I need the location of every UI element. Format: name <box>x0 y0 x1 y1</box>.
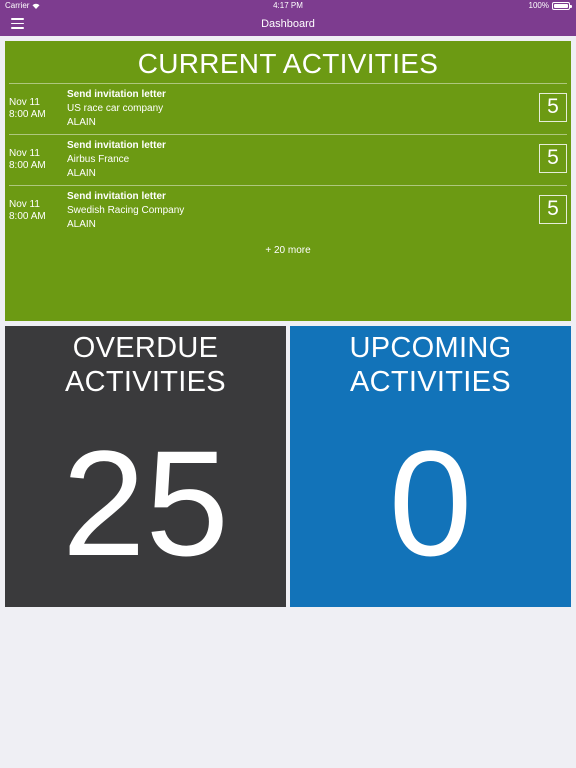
more-activities-link[interactable]: + 20 more <box>5 245 571 256</box>
battery-icon <box>552 2 572 10</box>
overdue-title-line1: OVERDUE <box>72 332 219 364</box>
upcoming-activities-tile[interactable]: UPCOMING ACTIVITIES 0 <box>290 326 571 607</box>
activity-date-day: Nov 11 <box>9 199 40 210</box>
overdue-activities-title: OVERDUE ACTIVITIES <box>5 331 286 399</box>
activity-date-time: 8:00 AM <box>9 211 46 222</box>
page-title: Dashboard <box>261 18 315 30</box>
activity-date-day: Nov 11 <box>9 97 40 108</box>
navigation-bar: Dashboard <box>0 12 576 36</box>
activity-user: ALAIN <box>67 219 96 230</box>
activity-date-day: Nov 11 <box>9 148 40 159</box>
upcoming-title-line1: UPCOMING <box>349 332 512 364</box>
status-bar: Carrier 4:17 PM 100% <box>0 0 576 12</box>
overdue-activities-tile[interactable]: OVERDUE ACTIVITIES 25 <box>5 326 286 607</box>
current-activities-panel[interactable]: CURRENT ACTIVITIES Nov 11 8:00 AM Send i… <box>5 41 571 321</box>
current-activities-title: CURRENT ACTIVITIES <box>9 41 567 84</box>
activity-company: Swedish Racing Company <box>67 205 185 216</box>
overdue-title-line2: ACTIVITIES <box>65 366 226 398</box>
status-time: 4:17 PM <box>273 1 303 10</box>
upcoming-title-line2: ACTIVITIES <box>350 366 511 398</box>
activity-title: Send invitation letter <box>67 89 166 100</box>
activity-priority-badge: 5 <box>539 195 567 224</box>
activity-title: Send invitation letter <box>67 140 166 151</box>
activity-date-time: 8:00 AM <box>9 109 46 120</box>
activity-row[interactable]: Nov 11 8:00 AM Send invitation letter Ai… <box>9 135 567 186</box>
activity-date: Nov 11 8:00 AM <box>9 97 46 121</box>
activity-priority-badge: 5 <box>539 144 567 173</box>
battery-fill <box>554 4 568 8</box>
top-bar: Carrier 4:17 PM 100% Dashboard <box>0 0 576 36</box>
upcoming-activities-title: UPCOMING ACTIVITIES <box>290 331 571 399</box>
activity-date-time: 8:00 AM <box>9 160 46 171</box>
upcoming-count: 0 <box>388 419 473 587</box>
activity-title: Send invitation letter <box>67 191 166 202</box>
activity-user: ALAIN <box>67 168 96 179</box>
activity-row[interactable]: Nov 11 8:00 AM Send invitation letter US… <box>9 84 567 135</box>
battery-indicator: 100% <box>528 0 572 12</box>
activity-date: Nov 11 8:00 AM <box>9 199 46 223</box>
battery-percentage: 100% <box>528 1 549 10</box>
activity-row[interactable]: Nov 11 8:00 AM Send invitation letter Sw… <box>9 186 567 237</box>
activity-priority-badge: 5 <box>539 93 567 122</box>
activity-user: ALAIN <box>67 117 96 128</box>
activity-company: Airbus France <box>67 154 130 165</box>
activity-date: Nov 11 8:00 AM <box>9 148 46 172</box>
overdue-count: 25 <box>62 419 229 587</box>
activity-company: US race car company <box>67 103 164 114</box>
